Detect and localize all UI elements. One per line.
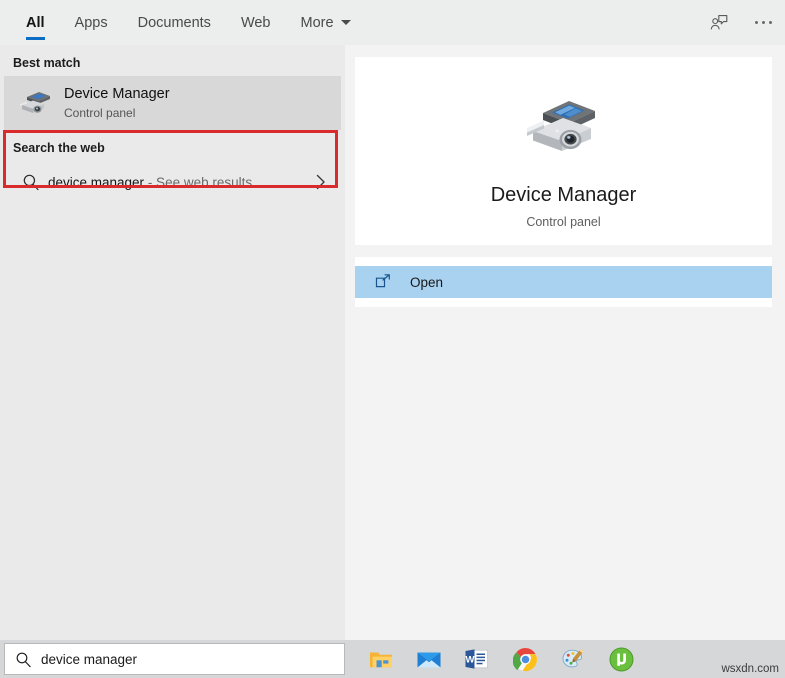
chevron-right-icon[interactable]: [314, 173, 341, 191]
tab-web[interactable]: Web: [226, 0, 286, 45]
search-tabbar: All Apps Documents Web More: [0, 0, 785, 45]
svg-text:W: W: [466, 655, 475, 666]
taskbar-app-list: W: [358, 640, 638, 678]
taskbar-app-chrome[interactable]: [508, 640, 542, 678]
site-watermark: wsxdn.com: [721, 663, 779, 675]
search-preview-pane: Device Manager Control panel Open: [345, 45, 785, 640]
ellipsis-dots: [754, 21, 772, 24]
dot-2: [761, 21, 765, 24]
taskbar-app-word[interactable]: W: [460, 640, 494, 678]
feedback-person-icon[interactable]: [697, 0, 741, 45]
tabbar-actions: [697, 0, 785, 45]
taskbar-app-file-explorer[interactable]: [364, 640, 398, 678]
chevron-down-icon: [340, 20, 351, 25]
device-manager-icon: [525, 93, 603, 166]
taskbar-search-value: device manager: [41, 651, 138, 667]
preview-card: Device Manager Control panel: [355, 57, 772, 245]
taskbar-search-input[interactable]: device manager: [4, 643, 345, 675]
tab-documents[interactable]: Documents: [123, 0, 226, 45]
search-icon: [5, 651, 41, 668]
ellipsis-icon[interactable]: [741, 0, 785, 45]
action-open[interactable]: Open: [355, 266, 772, 298]
tab-active-underline: [26, 37, 45, 40]
tab-list: All Apps Documents Web More: [0, 0, 366, 45]
tab-apps-label: Apps: [74, 14, 108, 31]
result-web-search[interactable]: device manager - See web results: [4, 161, 341, 203]
tab-more-label: More: [300, 14, 334, 31]
web-result-label: device manager - See web results: [48, 175, 252, 190]
tab-more[interactable]: More: [286, 0, 366, 45]
search-icon: [14, 173, 48, 191]
taskbar: device manager W wsxdn.com: [0, 640, 785, 678]
device-manager-icon: [14, 88, 58, 118]
preview-title: Device Manager: [490, 184, 637, 206]
result-text-block: Device Manager Control panel: [58, 85, 170, 121]
tab-all[interactable]: All: [11, 0, 60, 45]
taskbar-app-mail[interactable]: [412, 640, 446, 678]
result-title: Device Manager: [64, 86, 170, 102]
search-flyout-window: All Apps Documents Web More Best match D…: [0, 0, 785, 678]
tab-apps[interactable]: Apps: [60, 0, 123, 45]
web-result-suffix: - See web results: [144, 174, 253, 190]
dot-1: [754, 21, 758, 24]
best-match-header: Best match: [13, 56, 81, 70]
dot-3: [768, 21, 772, 24]
web-result-query: device manager: [48, 174, 145, 190]
tab-documents-label: Documents: [137, 14, 211, 31]
tab-web-label: Web: [240, 14, 271, 31]
action-open-label: Open: [410, 274, 444, 290]
result-device-manager[interactable]: Device Manager Control panel: [4, 76, 341, 130]
search-results-pane: Best match Device Manager Control panel …: [0, 45, 345, 640]
tab-all-label: All: [26, 14, 45, 31]
search-the-web-header: Search the web: [13, 141, 105, 155]
preview-actions-card: Open: [355, 257, 772, 307]
result-subtitle: Control panel: [64, 106, 136, 120]
preview-hero: Device Manager Control panel: [355, 57, 772, 245]
taskbar-app-utorrent[interactable]: [604, 640, 638, 678]
open-external-icon: [355, 273, 410, 291]
preview-subtitle: Control panel: [526, 215, 601, 229]
taskbar-app-paint[interactable]: [556, 640, 590, 678]
